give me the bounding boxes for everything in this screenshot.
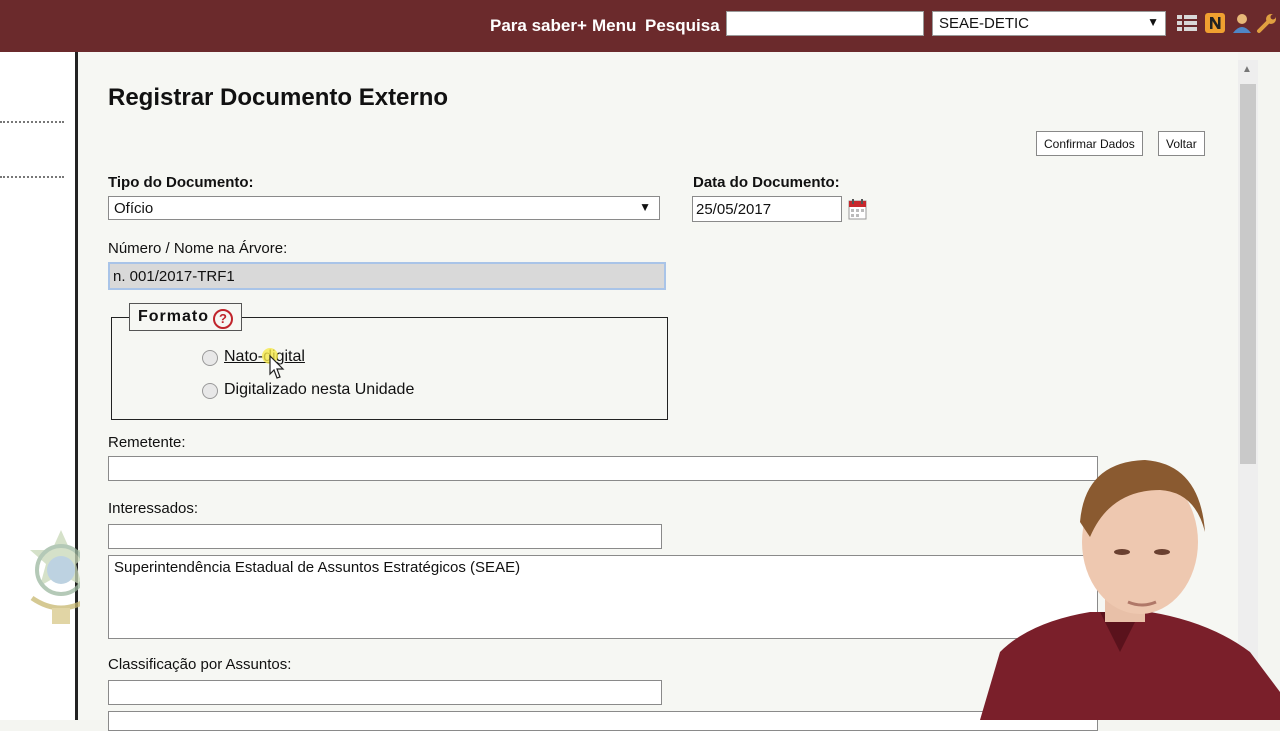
tree-name-label: Número / Nome na Árvore: (108, 240, 288, 257)
page-title: Registrar Documento Externo (108, 84, 449, 111)
notes-n-icon[interactable] (1204, 12, 1226, 34)
confirm-data-button[interactable]: Confirmar Dados (1036, 131, 1143, 156)
classification-input[interactable] (108, 680, 662, 705)
format-legend: Formato? (129, 303, 242, 331)
digitalizado-label[interactable]: Digitalizado nesta Unidade (224, 381, 414, 399)
calendar-icon[interactable] (848, 198, 867, 220)
sidebar-separator (0, 121, 64, 123)
mouse-cursor-icon (262, 348, 285, 379)
sender-label: Remetente: (108, 434, 186, 451)
chevron-down-icon: ▼ (639, 200, 651, 214)
radio-digitalizado[interactable] (202, 383, 218, 399)
format-legend-label: Formato (138, 308, 209, 325)
interested-input[interactable] (108, 524, 662, 549)
wrench-icon[interactable] (1256, 12, 1278, 34)
menu-link[interactable]: Menu (592, 16, 636, 36)
chevron-down-icon: ▼ (1147, 15, 1159, 29)
radio-nato-digital[interactable] (202, 350, 218, 366)
pesquisa-label: Pesquisa (645, 16, 720, 35)
interested-label: Interessados: (108, 500, 199, 517)
document-date-label: Data do Documento: (693, 174, 840, 191)
scroll-up-icon[interactable]: ▲ (1242, 64, 1252, 75)
user-icon[interactable] (1231, 12, 1253, 34)
classification-list[interactable] (108, 711, 1098, 731)
search-input[interactable] (726, 11, 924, 36)
document-type-select[interactable]: Ofício ▼ (108, 196, 660, 220)
scrollbar-thumb[interactable] (1240, 84, 1256, 464)
unit-select-value: SEAE-DETIC (939, 15, 1030, 32)
tree-name-input[interactable]: n. 001/2017-TRF1 (108, 262, 666, 290)
unit-select[interactable]: SEAE-DETIC ▼ (932, 11, 1166, 36)
grid-icon[interactable] (1176, 12, 1198, 34)
document-date-input[interactable]: 25/05/2017 (692, 196, 842, 222)
document-type-value: Ofício (114, 200, 154, 217)
format-fieldset (111, 317, 668, 420)
top-bar: Para saber+ Menu Pesquisa SEAE-DETIC ▼ (0, 0, 1280, 52)
interested-list[interactable]: Superintendência Estadual de Assuntos Es… (108, 555, 1098, 639)
document-type-label: Tipo do Documento: (108, 174, 254, 191)
presenter-webcam (980, 460, 1280, 720)
classification-label: Classificação por Assuntos: (108, 656, 292, 673)
sender-input[interactable] (108, 456, 1098, 481)
back-button[interactable]: Voltar (1158, 131, 1205, 156)
sidebar-separator (0, 176, 64, 178)
interested-list-item[interactable]: Superintendência Estadual de Assuntos Es… (114, 559, 520, 576)
help-icon[interactable]: ? (213, 309, 233, 329)
para-saber-link[interactable]: Para saber+ (490, 16, 587, 36)
